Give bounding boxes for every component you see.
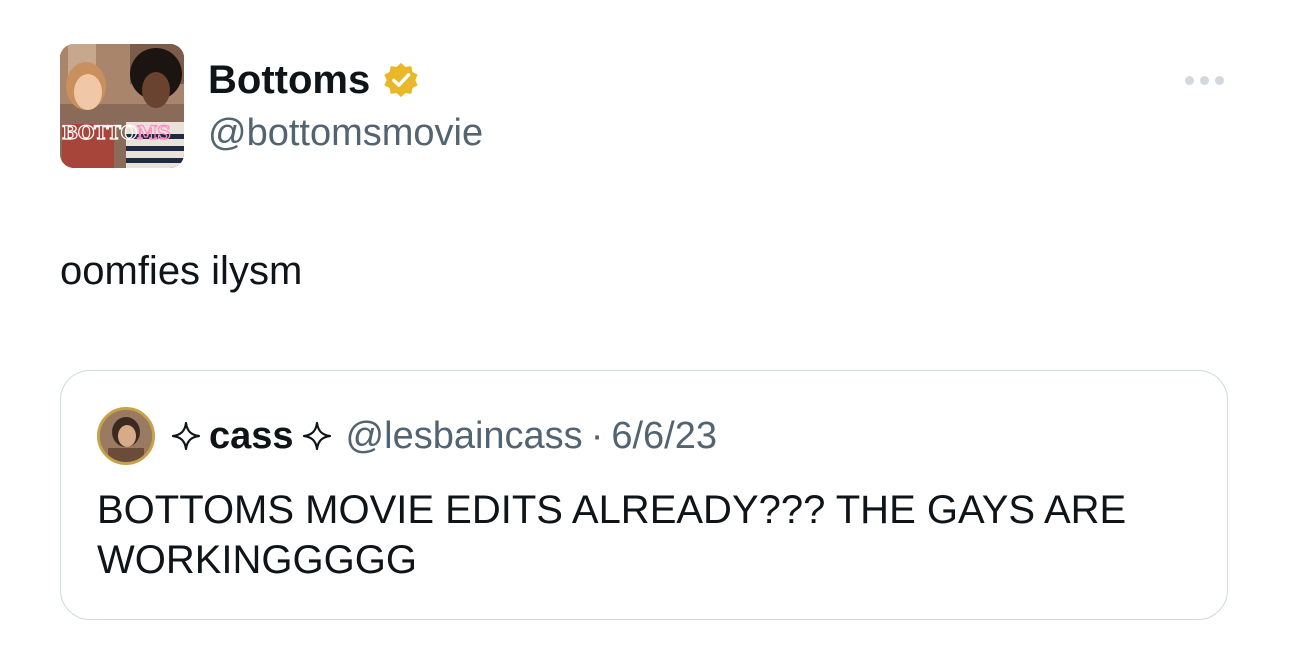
tweet: BOTTOMS Bottoms @bottomsmovie oomfies il…: [0, 0, 1290, 651]
quoted-author-handle[interactable]: @lesbaincass: [346, 415, 583, 458]
separator-dot: ·: [590, 414, 604, 457]
sparkle-icon: [302, 421, 331, 451]
sparkle-icon: [171, 421, 201, 451]
quoted-tweet-card[interactable]: cass @lesbaincass · 6/6/23 BOTTOMS MOVIE…: [60, 370, 1228, 620]
quoted-author-name[interactable]: cass: [209, 415, 294, 458]
more-horizontal-icon: [1214, 75, 1224, 85]
more-options-button[interactable]: [1176, 66, 1232, 94]
quoted-tweet-date[interactable]: 6/6/23: [611, 415, 717, 458]
tweet-text: oomfies ilysm: [60, 249, 303, 293]
author-handle[interactable]: @bottomsmovie: [208, 110, 483, 156]
quoted-author-avatar[interactable]: [97, 407, 155, 465]
more-horizontal-icon: [1199, 75, 1209, 85]
more-horizontal-icon: [1184, 75, 1194, 85]
author-avatar[interactable]: BOTTOMS: [60, 44, 184, 168]
quoted-avatar-image: [100, 410, 152, 462]
quoted-tweet-header: cass @lesbaincass · 6/6/23: [171, 413, 717, 459]
quoted-tweet-text: BOTTOMS MOVIE EDITS ALREADY??? THE GAYS …: [97, 488, 1127, 582]
avatar-logo: BOTTOMS: [61, 121, 171, 144]
author-display-name[interactable]: Bottoms: [208, 60, 370, 100]
author-name-row: Bottoms: [208, 56, 420, 104]
verified-badge-icon[interactable]: [382, 61, 420, 99]
avatar-image: [60, 44, 184, 168]
